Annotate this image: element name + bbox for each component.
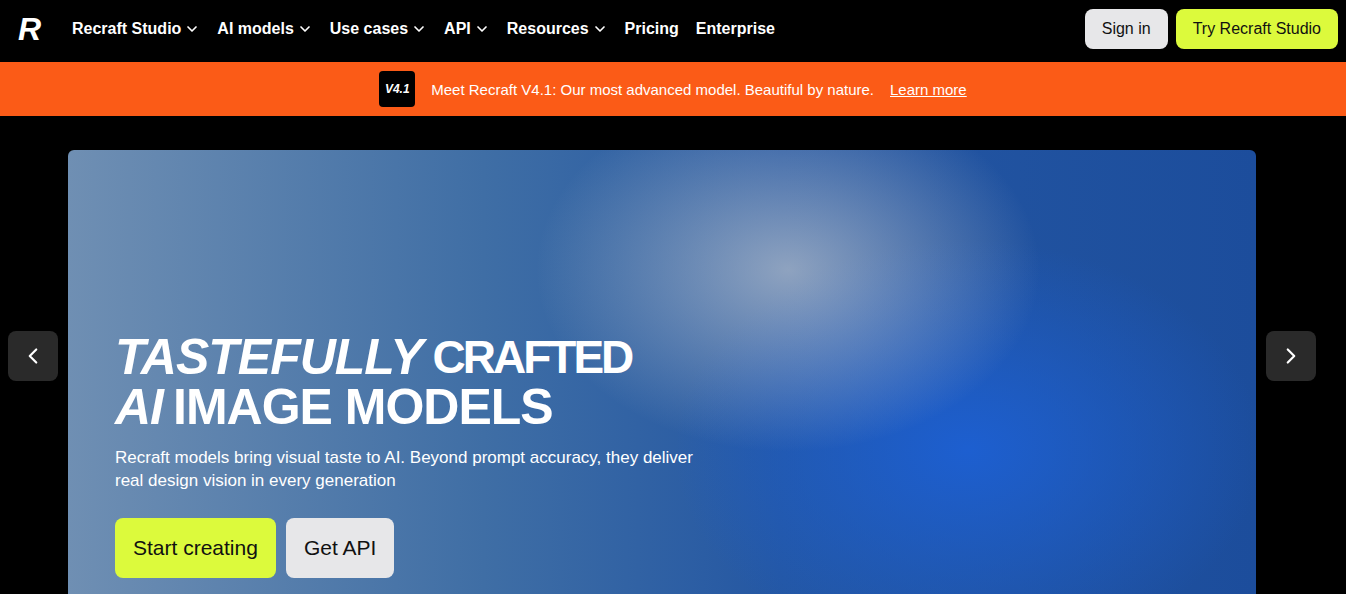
announcement-banner: V4.1 Meet Recraft V4.1: Our most advanced…	[0, 62, 1346, 116]
title-word: AI	[115, 382, 163, 432]
nav-item[interactable]: AI models	[217, 20, 312, 38]
nav-item[interactable]: Resources	[507, 20, 608, 38]
chevron-right-icon	[1278, 343, 1304, 369]
logo[interactable]: R	[18, 13, 48, 45]
top-nav: R Recraft Studio AI models Use cases API Reso…	[0, 0, 1346, 58]
start-creating-button[interactable]: Start creating	[115, 518, 276, 578]
next-slide-button[interactable]	[1266, 331, 1316, 381]
hero-carousel: TASTEFULLYCRAFTEDAIIMAGE MODELSRecraft m…	[0, 116, 1346, 594]
hero-title: TASTEFULLYCRAFTEDAIIMAGE MODELS	[115, 332, 1216, 432]
title-word: CRAFTED	[433, 332, 632, 382]
banner-text: Meet Recraft V4.1: Our most advanced mod…	[431, 81, 874, 98]
try-button[interactable]: Try Recraft Studio	[1176, 9, 1338, 49]
hero-actions: Start creatingGet API	[115, 518, 1216, 578]
title-word: IMAGE MODELS	[173, 382, 553, 432]
hero-slide: TASTEFULLYCRAFTEDAIIMAGE MODELSRecraft m…	[68, 150, 1256, 594]
chevron-down-icon	[474, 21, 490, 37]
page: R Recraft Studio AI models Use cases API Reso…	[0, 0, 1346, 594]
learn-more-link[interactable]: Learn more	[890, 81, 967, 98]
nav-item[interactable]: Pricing	[625, 20, 679, 38]
chevron-down-icon	[184, 21, 200, 37]
nav-menu: Recraft Studio AI models Use cases API Resou…	[72, 20, 775, 38]
chevron-down-icon	[592, 21, 608, 37]
nav-item[interactable]: Use cases	[330, 20, 427, 38]
title-word: TASTEFULLY	[115, 332, 423, 382]
chevron-left-icon	[20, 343, 46, 369]
version-badge: V4.1	[379, 71, 415, 107]
prev-slide-button[interactable]	[8, 331, 58, 381]
chevron-down-icon	[297, 21, 313, 37]
chevron-down-icon	[411, 21, 427, 37]
nav-item[interactable]: Recraft Studio	[72, 20, 200, 38]
sign-in-button[interactable]: Sign in	[1085, 9, 1168, 49]
nav-actions: Sign inTry Recraft Studio	[1085, 9, 1338, 49]
title-line: TASTEFULLYCRAFTED	[115, 332, 1216, 382]
get-api-button[interactable]: Get API	[286, 518, 394, 578]
title-line: AIIMAGE MODELS	[115, 382, 1216, 432]
hero-subtitle: Recraft models bring visual taste to AI.…	[115, 446, 715, 492]
nav-item[interactable]: Enterprise	[696, 20, 775, 38]
nav-item[interactable]: API	[444, 20, 490, 38]
